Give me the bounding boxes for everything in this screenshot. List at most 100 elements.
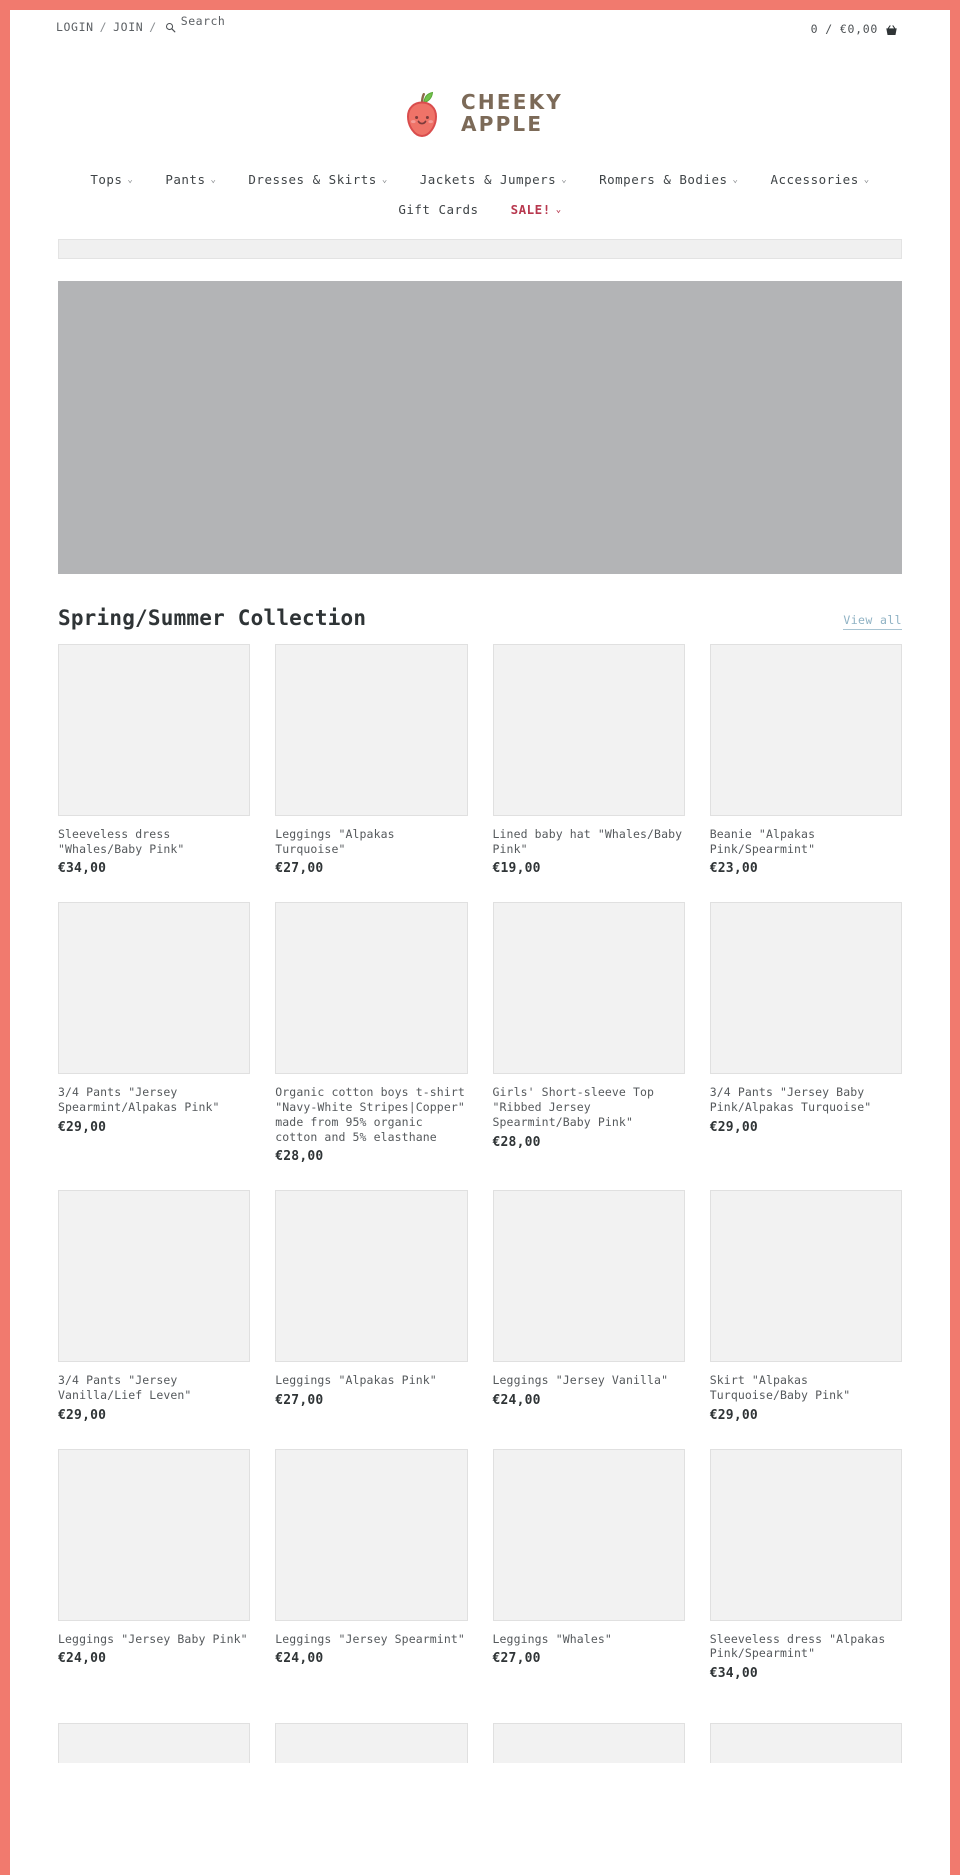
product-price: €34,00 xyxy=(58,861,107,877)
chevron-down-icon: ⌄ xyxy=(555,205,562,215)
chevron-down-icon: ⌄ xyxy=(381,175,388,185)
site-logo[interactable]: CHEEKY APPLE xyxy=(10,48,950,148)
product-price: €27,00 xyxy=(275,1393,324,1409)
page-inner: LOGIN / JOIN / Search 0 / €0,00 CHEEKY A… xyxy=(10,10,950,1875)
product-price: €29,00 xyxy=(58,1119,107,1135)
product-image[interactable] xyxy=(709,644,902,816)
logo-wordmark: CHEEKY APPLE xyxy=(461,92,563,135)
product-title: Lined baby hat "Whales/Baby Pink" xyxy=(492,827,683,856)
product-image[interactable] xyxy=(492,1723,685,1764)
nav-item-rompers-bodies[interactable]: Rompers & Bodies ⌄ xyxy=(583,168,754,191)
cart-summary[interactable]: 0 / €0,00 xyxy=(811,22,898,36)
product-price: €29,00 xyxy=(709,1407,758,1423)
product-card[interactable]: Beanie "Alpakas Pink/Spearmint" €23,00 xyxy=(709,644,902,892)
product-price: €29,00 xyxy=(58,1407,107,1423)
search-control[interactable]: Search xyxy=(165,14,226,34)
product-card[interactable]: Organic cotton boys t-shirt "Navy-White … xyxy=(275,902,468,1180)
product-card[interactable]: Leggings "Jersey Vanilla" €24,00 xyxy=(492,1190,685,1438)
product-image[interactable] xyxy=(275,902,468,1075)
nav-item-gift-cards[interactable]: Gift Cards xyxy=(382,198,494,221)
product-price: €19,00 xyxy=(492,861,541,877)
product-title: Leggings "Alpakas Turquoise" xyxy=(275,827,395,856)
product-title: Skirt "Alpakas Turquoise/Baby Pink" xyxy=(709,1373,851,1403)
product-title: Leggings "Jersey Baby Pink" xyxy=(58,1631,248,1646)
product-title: Leggings "Jersey Vanilla" xyxy=(492,1373,669,1388)
nav-item-pants[interactable]: Pants ⌄ xyxy=(149,168,232,191)
product-card[interactable]: Lined baby hat "Whales/Baby Pink" €19,00 xyxy=(492,644,685,892)
account-links: LOGIN / JOIN / Search xyxy=(56,14,226,34)
product-card[interactable]: Leggings "Jersey Spearmint" €24,00 xyxy=(275,1448,468,1697)
product-title: 3/4 Pants "Jersey Baby Pink/Alpakas Turq… xyxy=(709,1085,872,1115)
product-card[interactable]: 3/4 Pants "Jersey Spearmint/Alpakas Pink… xyxy=(58,902,251,1180)
search-icon xyxy=(165,22,176,33)
product-card[interactable]: Sleeveless dress "Whales/Baby Pink" €34,… xyxy=(58,644,251,892)
product-image[interactable] xyxy=(275,1723,468,1764)
product-price: €34,00 xyxy=(709,1666,758,1682)
product-image[interactable] xyxy=(709,1448,902,1621)
collection-header: Spring/Summer Collection View all xyxy=(58,606,902,630)
apple-logo-icon xyxy=(397,88,447,140)
page-title: Spring/Summer Collection xyxy=(58,606,367,630)
cart-divider: / xyxy=(825,22,833,36)
product-card[interactable]: Leggings "Alpakas Turquoise" €27,00 xyxy=(275,644,468,892)
shopping-basket-icon[interactable] xyxy=(885,24,898,37)
product-image[interactable] xyxy=(58,644,251,816)
product-image[interactable] xyxy=(275,1448,468,1621)
utility-bar: LOGIN / JOIN / Search 0 / €0,00 xyxy=(10,10,950,48)
view-all-link[interactable]: View all xyxy=(843,613,902,630)
logo-line-1: CHEEKY xyxy=(461,90,563,115)
product-price: €28,00 xyxy=(275,1149,324,1165)
nav-item-accessories[interactable]: Accessories ⌄ xyxy=(754,168,885,191)
nav-item-sale[interactable]: SALE! ⌄ xyxy=(495,198,578,221)
page-root: LOGIN / JOIN / Search 0 / €0,00 CHEEKY A… xyxy=(0,0,960,1875)
product-image[interactable] xyxy=(492,1448,685,1621)
product-image[interactable] xyxy=(492,1190,685,1363)
hero-banner[interactable] xyxy=(58,281,902,574)
product-title: Girls' Short-sleeve Top "Ribbed Jersey S… xyxy=(492,1085,655,1129)
product-image[interactable] xyxy=(492,644,685,816)
chevron-down-icon: ⌄ xyxy=(561,175,568,185)
product-image[interactable] xyxy=(709,1723,902,1764)
join-link[interactable]: JOIN xyxy=(113,20,143,34)
nav-item-tops[interactable]: Tops ⌄ xyxy=(74,168,149,191)
product-image[interactable] xyxy=(709,1190,902,1363)
product-image[interactable] xyxy=(275,1190,468,1363)
product-card[interactable]: 3/4 Pants "Jersey Vanilla/Lief Leven" €2… xyxy=(58,1190,251,1438)
nav-item-jackets-jumpers[interactable]: Jackets & Jumpers ⌄ xyxy=(404,168,583,191)
chevron-down-icon: ⌄ xyxy=(127,175,134,185)
nav-row-secondary: Gift Cards SALE! ⌄ xyxy=(10,198,950,221)
product-card[interactable]: Sleeveless dress "Alpakas Pink/Spearmint… xyxy=(709,1448,902,1697)
separator-2: / xyxy=(149,20,157,34)
nav-label: Gift Cards xyxy=(398,202,479,217)
product-title: 3/4 Pants "Jersey Spearmint/Alpakas Pink… xyxy=(58,1085,220,1115)
logo-line-2: APPLE xyxy=(461,112,544,136)
nav-label: Jackets & Jumpers xyxy=(419,172,557,187)
product-price: €27,00 xyxy=(275,861,324,877)
search-input[interactable]: Search xyxy=(181,14,226,28)
product-image[interactable] xyxy=(275,644,468,816)
product-price: €27,00 xyxy=(492,1651,541,1667)
product-card[interactable]: Leggings "Alpakas Pink" €27,00 xyxy=(275,1190,468,1438)
product-image[interactable] xyxy=(492,902,685,1075)
product-image[interactable] xyxy=(58,1723,251,1764)
product-image[interactable] xyxy=(58,1448,251,1621)
login-link[interactable]: LOGIN xyxy=(56,20,94,34)
cart-count: 0 xyxy=(810,22,819,36)
product-price: €24,00 xyxy=(275,1651,324,1667)
chevron-down-icon: ⌄ xyxy=(732,175,739,185)
main-navigation: Tops ⌄ Pants ⌄ Dresses & Skirts ⌄ Jacket… xyxy=(10,148,950,221)
product-image[interactable] xyxy=(58,1190,251,1363)
product-card[interactable]: 3/4 Pants "Jersey Baby Pink/Alpakas Turq… xyxy=(709,902,902,1180)
product-card[interactable]: Leggings "Jersey Baby Pink" €24,00 xyxy=(58,1448,251,1697)
nav-row-primary: Tops ⌄ Pants ⌄ Dresses & Skirts ⌄ Jacket… xyxy=(10,168,950,191)
product-card[interactable]: Leggings "Whales" €27,00 xyxy=(492,1448,685,1697)
nav-label: Rompers & Bodies xyxy=(599,172,728,187)
product-image[interactable] xyxy=(709,902,902,1075)
page-frame: LOGIN / JOIN / Search 0 / €0,00 CHEEKY A… xyxy=(10,10,950,1875)
product-card[interactable]: Girls' Short-sleeve Top "Ribbed Jersey S… xyxy=(492,902,685,1180)
nav-item-dresses-skirts[interactable]: Dresses & Skirts ⌄ xyxy=(232,168,403,191)
cart-total: €0,00 xyxy=(839,22,878,36)
separator-1: / xyxy=(99,20,108,34)
product-card[interactable]: Skirt "Alpakas Turquoise/Baby Pink" €29,… xyxy=(709,1190,902,1438)
product-image[interactable] xyxy=(58,902,251,1075)
